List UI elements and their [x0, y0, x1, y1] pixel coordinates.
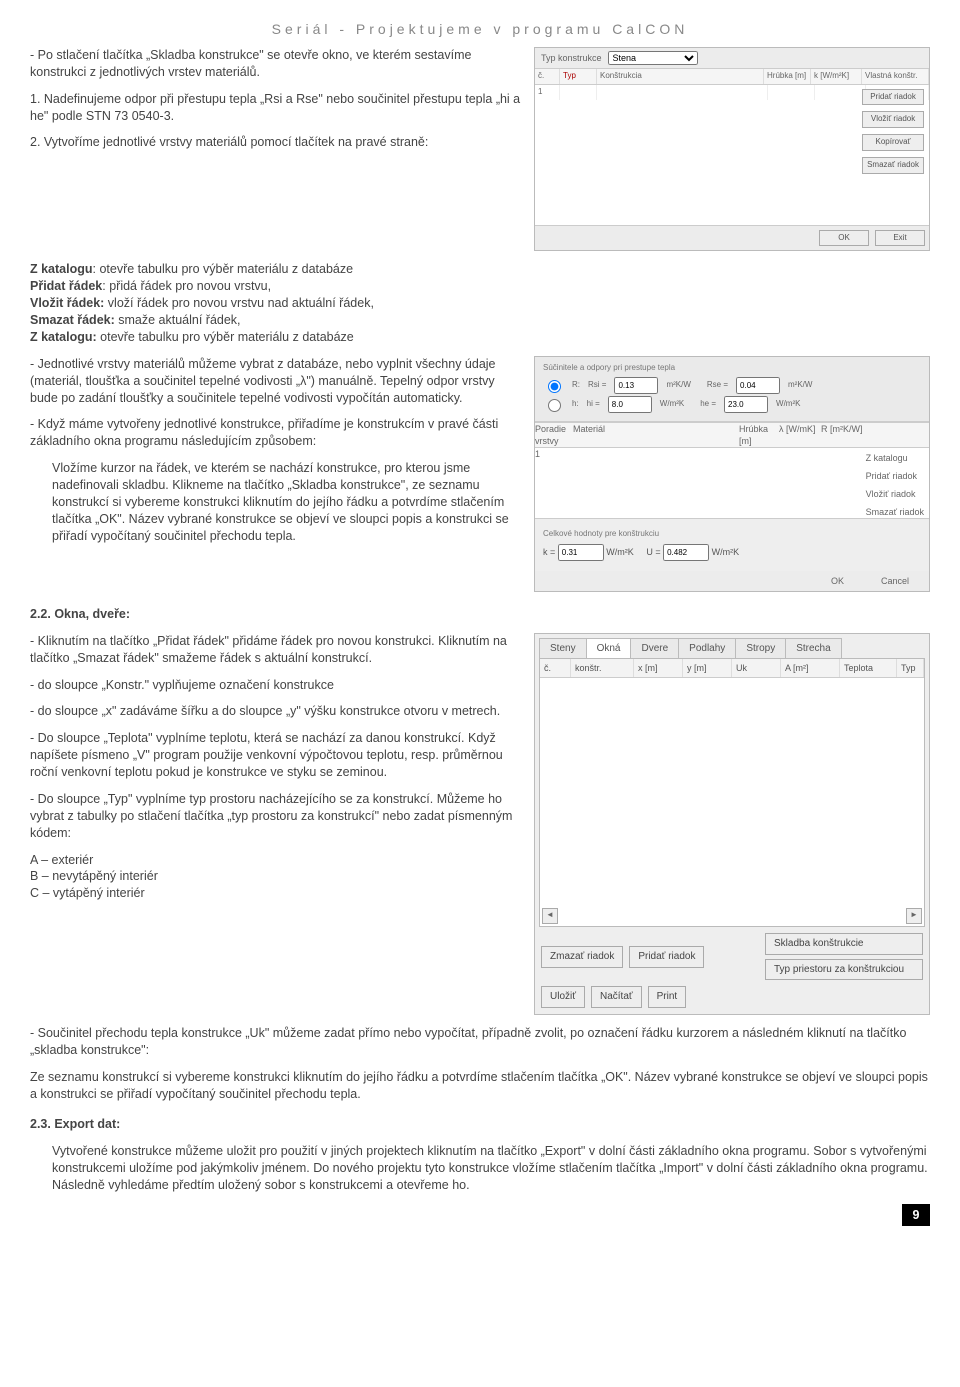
tab-podlahy[interactable]: Podlahy [678, 638, 736, 659]
opt-r[interactable] [548, 380, 561, 393]
btn-print[interactable]: Print [648, 986, 687, 1008]
p-uk: - Součinitel přechodu tepla konstrukce „… [30, 1025, 930, 1059]
k-val [558, 544, 604, 561]
c2-2: Hrúbka [m] [739, 423, 779, 447]
c2-1: Materiál [573, 423, 739, 447]
col-typ: Typ [560, 69, 597, 84]
page-number: 9 [902, 1204, 930, 1226]
col-k: k [W/m²K] [811, 69, 862, 84]
p-export: Vytvořené konstrukce můžeme uložit pro p… [52, 1143, 930, 1194]
grid3-body[interactable] [540, 678, 924, 908]
opt-h[interactable] [548, 399, 561, 412]
btn-smazat[interactable]: Smazať riadok [862, 157, 924, 174]
col-vlastna: Vlastná konštr. [862, 69, 929, 84]
c3-0: č. [540, 659, 571, 677]
section-22: 2.2. Okna, dveře: [30, 606, 930, 623]
p-okna3: - do sloupce „x" zadáváme šířku a do slo… [30, 703, 522, 720]
c3-6: Teplota [840, 659, 897, 677]
btn-vlozit[interactable]: Vložiť riadok [862, 111, 924, 128]
btn-exit[interactable]: Exit [875, 230, 925, 247]
code-c: C – vytápěný interiér [30, 885, 522, 902]
btn-ok[interactable]: OK [819, 230, 869, 247]
para-layers: - Jednotlivé vrstvy materiálů můžeme vyb… [30, 356, 522, 407]
tab-steny[interactable]: Steny [539, 638, 587, 659]
col-c: č. [535, 69, 560, 84]
para-assign: - Když máme vytvořeny jednotlivé konstru… [30, 416, 522, 450]
para-step2: 2. Vytvoříme jednotlivé vrstvy materiálů… [30, 134, 522, 151]
c2-4: R [m²K/W] [821, 423, 869, 447]
btn-kopir[interactable]: Kopírovať [862, 134, 924, 151]
btn-katalog[interactable]: Z katalogu [866, 452, 924, 464]
tab-okna[interactable]: Okná [586, 638, 632, 659]
tot-title: Celkové hodnoty pre konštrukciu [543, 529, 921, 540]
c2-btns [869, 423, 929, 447]
btn-ulozit[interactable]: Uložiť [541, 986, 585, 1008]
c3-2: x [m] [634, 659, 683, 677]
btn-cancel2[interactable]: Cancel [881, 575, 925, 587]
btn-skladba[interactable]: Skladba konštrukcie [765, 933, 923, 955]
u-val [663, 544, 709, 561]
p-okna1: - Kliknutím na tlačítko „Přidat řádek" p… [30, 633, 522, 667]
para-intro: - Po stlačení tlačítka „Skladba konstruk… [30, 47, 522, 81]
btn-typ-priestoru[interactable]: Typ priestoru za konštrukciou [765, 959, 923, 981]
series-title: Seriál - Projektujeme v programu CalCON [30, 20, 930, 39]
c3-4: Uk [732, 659, 781, 677]
btn-pridat3[interactable]: Pridať riadok [629, 946, 704, 968]
c3-7: Typ [897, 659, 924, 677]
grid2-body[interactable]: 1 Z katalogu Pridať riadok Vložiť riadok… [535, 448, 929, 519]
para-step1: 1. Nadefinujeme odpor při přestupu tepla… [30, 91, 522, 125]
p-uk2: Ze seznamu konstrukcí si vybereme konstr… [30, 1069, 930, 1103]
para-cursor: Vložíme kurzor na řádek, ve kterém se na… [52, 460, 522, 544]
hi-input[interactable] [608, 396, 652, 413]
tab-strecha[interactable]: Strecha [785, 638, 841, 659]
typ-label: Typ konstrukce [541, 52, 602, 64]
btn-ok2[interactable]: OK [831, 575, 875, 587]
tab-dvere[interactable]: Dvere [630, 638, 679, 659]
screenshot-konstrukce: Typ konstrukce Stena č. Typ Konštrukcia … [534, 47, 930, 252]
typ-select[interactable]: Stena [608, 51, 698, 65]
btn-nacitat[interactable]: Načítať [591, 986, 642, 1008]
tab-stropy[interactable]: Stropy [735, 638, 786, 659]
p-okna4: - Do sloupce „Teplota" vyplníme teplotu,… [30, 730, 522, 781]
btn-smazat2[interactable]: Smazať riadok [866, 506, 924, 518]
btn-vlozit2[interactable]: Vložiť riadok [866, 488, 924, 500]
code-b: B – nevytápěný interiér [30, 868, 522, 885]
code-a: A – exteriér [30, 852, 522, 869]
col-hrubka: Hrúbka [m] [764, 69, 811, 84]
btn-pridat[interactable]: Pridať riadok [862, 89, 924, 106]
screenshot-okna: Steny Okná Dvere Podlahy Stropy Strecha … [534, 633, 930, 1015]
p-okna5: - Do sloupce „Typ" vyplníme typ prostoru… [30, 791, 522, 842]
scroll-right[interactable]: ► [906, 908, 922, 924]
group-title: Súčinitele a odpory pri prestupe tepla [543, 363, 921, 374]
section-23: 2.3. Export dat: [30, 1116, 930, 1133]
rse-input[interactable] [736, 377, 780, 394]
btn-pridat2[interactable]: Pridať riadok [866, 470, 924, 482]
screenshot-sklad: Súčinitele a odpory pri prestupe tepla R… [534, 356, 930, 592]
c3-3: y [m] [683, 659, 732, 677]
grid-body[interactable]: 1 Pridať riadok Vložiť riadok Kopírovať … [535, 85, 929, 226]
he-input[interactable] [724, 396, 768, 413]
c2-0: Poradie vrstvy [535, 423, 573, 447]
col-kon: Konštrukcia [597, 69, 764, 84]
c3-1: konštr. [571, 659, 634, 677]
p-okna2: - do sloupce „Konstr." vyplňujeme označe… [30, 677, 522, 694]
c3-5: A [m²] [781, 659, 840, 677]
scroll-left[interactable]: ◄ [542, 908, 558, 924]
c2-3: λ [W/mK] [779, 423, 821, 447]
btn-zmazat[interactable]: Zmazať riadok [541, 946, 623, 968]
def-list: Z katalogu: otevře tabulku pro výběr mat… [30, 261, 930, 345]
rsi-input[interactable] [614, 377, 658, 394]
